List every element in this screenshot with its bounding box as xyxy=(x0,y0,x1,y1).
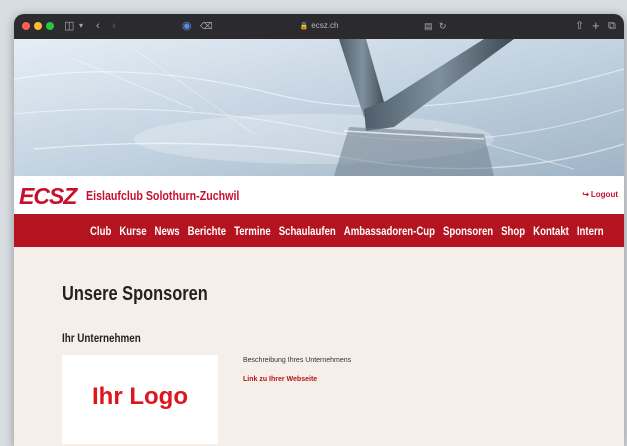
back-chevron-left-icon[interactable]: ‹ xyxy=(96,18,100,34)
reload-icon[interactable]: ↻ xyxy=(439,18,447,34)
main-content: Unsere Sponsoren Ihr Unternehmen Ihr Log… xyxy=(14,247,624,446)
page-title: Unsere Sponsoren xyxy=(62,283,208,305)
logout-label: Logout xyxy=(590,190,618,199)
browser-window: ◫ ▾ ‹ › ◉ ⌫ 🔒 ecsz.ch ▤ ↻ ⇧ + ⧉ ECSZ Eis… xyxy=(14,14,624,446)
close-window-button[interactable] xyxy=(22,22,30,30)
chevron-down-icon[interactable]: ▾ xyxy=(79,18,83,34)
main-navigation: Club Kurse News Berichte Termine Schaula… xyxy=(14,214,624,247)
sponsor-website-link[interactable]: Link zu Ihrer Webseite xyxy=(243,376,317,383)
nav-item-kontakt[interactable]: Kontakt xyxy=(533,224,569,238)
share-icon[interactable]: ⇧ xyxy=(575,18,584,34)
address-bar[interactable]: 🔒 ecsz.ch xyxy=(264,18,374,34)
nav-item-club[interactable]: Club xyxy=(90,224,111,238)
nav-item-berichte[interactable]: Berichte xyxy=(188,224,226,238)
browser-toolbar: ◫ ▾ ‹ › ◉ ⌫ 🔒 ecsz.ch ▤ ↻ ⇧ + ⧉ xyxy=(14,14,624,39)
nav-item-termine[interactable]: Termine xyxy=(234,224,271,238)
nav-item-kurse[interactable]: Kurse xyxy=(119,224,146,238)
reader-icon[interactable]: ▤ xyxy=(424,18,433,34)
minimize-window-button[interactable] xyxy=(34,22,42,30)
logout-icon: ↪ xyxy=(582,190,589,199)
forward-chevron-right-icon[interactable]: › xyxy=(112,18,116,34)
privacy-shield-icon[interactable]: ◉ xyxy=(182,18,192,34)
site-header: ECSZ Eislaufclub Solothurn-Zuchwil ↪ Logo… xyxy=(14,176,624,214)
sponsor-name: Ihr Unternehmen xyxy=(62,331,141,345)
nav-item-news[interactable]: News xyxy=(155,224,180,238)
nav-item-schaulaufen[interactable]: Schaulaufen xyxy=(279,224,336,238)
ice-hockey-hero-graphic xyxy=(14,39,624,176)
nav-list: Club Kurse News Berichte Termine Schaula… xyxy=(90,214,612,247)
logout-link[interactable]: ↪ Logout xyxy=(582,190,618,199)
club-name[interactable]: Eislaufclub Solothurn-Zuchwil xyxy=(86,188,239,204)
tabs-icon[interactable]: ⧉ xyxy=(608,18,616,34)
nav-item-shop[interactable]: Shop xyxy=(501,224,525,238)
plus-icon[interactable]: + xyxy=(592,18,600,34)
zoom-window-button[interactable] xyxy=(46,22,54,30)
extension-icon[interactable]: ⌫ xyxy=(200,18,213,34)
sponsor-logo[interactable]: Ihr Logo xyxy=(62,355,218,444)
nav-item-ambassadoren-cup[interactable]: Ambassadoren-Cup xyxy=(344,224,435,238)
nav-item-intern[interactable]: Intern xyxy=(577,224,604,238)
sidebar-icon[interactable]: ◫ xyxy=(64,18,74,34)
nav-item-sponsoren[interactable]: Sponsoren xyxy=(443,224,493,238)
sponsor-description: Beschreibung Ihres Unternehmens xyxy=(243,357,352,364)
lock-icon: 🔒 xyxy=(299,23,309,30)
hero-image xyxy=(14,39,624,176)
sponsor-logo-text: Ihr Logo xyxy=(92,383,188,410)
club-logo[interactable]: ECSZ xyxy=(19,184,77,208)
url-text: ecsz.ch xyxy=(311,21,339,30)
